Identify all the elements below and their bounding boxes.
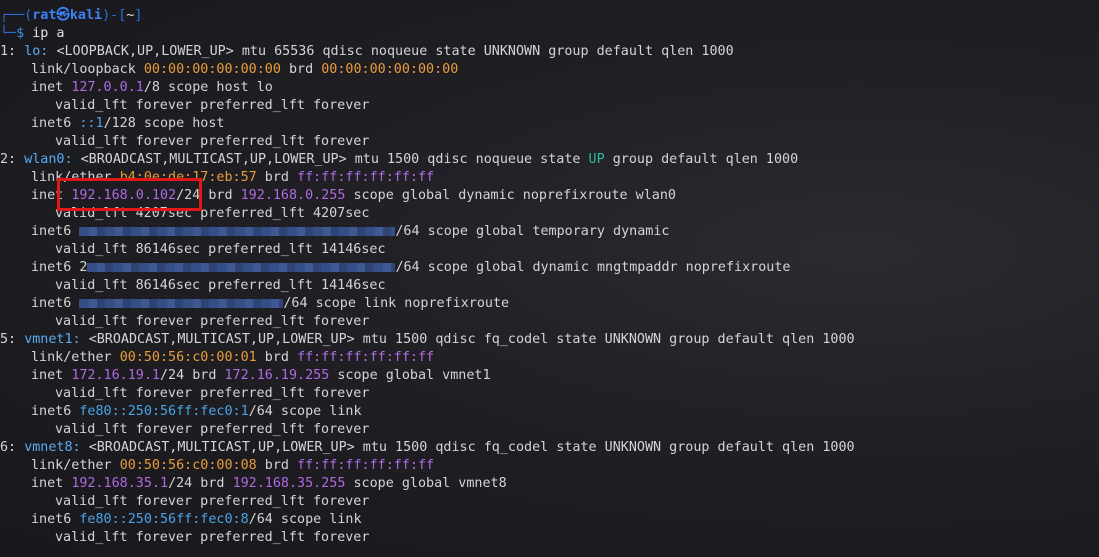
- valid-line: valid_lft forever preferred_lft forever: [55, 314, 370, 329]
- inet6-label: inet6: [31, 116, 80, 131]
- inet-rest: scope global dynamic noprefixroute wlan0: [345, 188, 676, 203]
- inet6-line: inet6 2/64 scope global dynamic mngtmpad…: [31, 259, 790, 277]
- inet6-line: inet6 /64 scope link noprefixroute: [31, 295, 509, 313]
- iface-num: 6:: [0, 440, 17, 455]
- iface-flags: <BROADCAST,MULTICAST,UP,LOWER_UP> mtu 15…: [88, 332, 855, 347]
- inet-rest: scope global vmnet8: [345, 476, 507, 491]
- iface-flags: <BROADCAST,MULTICAST,UP,LOWER_UP> mtu 15…: [80, 152, 589, 167]
- inet-line: inet 127.0.0.1/8 scope host lo: [31, 79, 273, 97]
- iface-flags: <LOOPBACK,UP,LOWER_UP> mtu 65536 qdisc n…: [56, 44, 734, 59]
- iface-header-vmnet1: 5: vmnet1: <BROADCAST,MULTICAST,UP,LOWER…: [0, 331, 855, 349]
- inet6-line: inet6 /64 scope global temporary dynamic: [31, 223, 669, 241]
- inet6-label: inet6: [31, 296, 80, 311]
- brd-label: brd: [280, 62, 322, 77]
- mac-address: 00:50:56:c0:00:08: [119, 458, 257, 473]
- ip-highlight-box: [57, 178, 202, 211]
- inet6-rest: /128 scope host: [103, 116, 225, 131]
- redacted-address: [79, 226, 396, 236]
- brd-address: ff:ff:ff:ff:ff:ff: [297, 350, 435, 365]
- link-line: link/loopback 00:00:00:00:00:00 brd 00:0…: [31, 61, 458, 79]
- redacted-address: [79, 298, 284, 308]
- inet6-line: inet6 fe80::250:56ff:fec0:8/64 scope lin…: [31, 511, 362, 529]
- brd-address: ff:ff:ff:ff:ff:ff: [297, 170, 435, 185]
- inet6-rest: /64 scope link: [248, 512, 362, 527]
- brd-label: brd: [256, 458, 298, 473]
- valid-line: valid_lft forever preferred_lft forever: [55, 422, 370, 437]
- valid-line: valid_lft forever preferred_lft forever: [55, 530, 370, 545]
- mac-address: 00:50:56:c0:00:01: [119, 350, 257, 365]
- link-label: link/loopback: [31, 62, 144, 77]
- prompt-line-1: ┌──(rat㉿kali)-[~]: [0, 7, 142, 25]
- brd-address: ff:ff:ff:ff:ff:ff: [297, 458, 435, 473]
- inet-brd-address: 172.16.19.255: [224, 368, 330, 383]
- inet-mask: /24 brd: [160, 368, 225, 383]
- inet-brd-address: 192.168.0.255: [240, 188, 346, 203]
- prompt-line-2: └─$ ip a: [0, 25, 65, 43]
- inet-address: 192.168.35.1: [71, 476, 169, 491]
- inet6-label: inet6: [31, 404, 80, 419]
- link-line: link/ether 00:50:56:c0:00:01 brd ff:ff:f…: [31, 349, 434, 367]
- iface-num: 2:: [0, 152, 17, 167]
- inet6-address: fe80::250:56ff:fec0:1: [79, 404, 249, 419]
- brd-label: brd: [256, 170, 298, 185]
- inet6-rest: /64 scope link: [248, 404, 362, 419]
- iface-name: vmnet8:: [24, 440, 81, 455]
- link-label: link/ether: [31, 350, 120, 365]
- iface-num: 5:: [0, 332, 17, 347]
- inet6-address: ::1: [79, 116, 104, 131]
- iface-name: lo:: [24, 44, 49, 59]
- iface-name: wlan0:: [24, 152, 73, 167]
- inet6-label: inet6: [31, 512, 80, 527]
- inet-label: inet: [31, 476, 72, 491]
- inet6-label: inet6 2: [31, 260, 88, 275]
- valid-line: valid_lft forever preferred_lft forever: [55, 134, 370, 149]
- prompt-user: rat㉿kali: [32, 8, 103, 23]
- inet6-line: inet6 ::1/128 scope host: [31, 115, 225, 133]
- valid-line: valid_lft 86146sec preferred_lft 14146se…: [55, 242, 386, 257]
- inet-address: 127.0.0.1: [71, 80, 144, 95]
- inet-label: inet: [31, 368, 72, 383]
- inet6-rest: /64 scope link noprefixroute: [283, 296, 510, 311]
- iface-name: vmnet1:: [24, 332, 81, 347]
- state-up: UP: [588, 152, 605, 167]
- mac-address: 00:00:00:00:00:00: [143, 62, 281, 77]
- prompt-symbol: $: [16, 26, 25, 41]
- inet6-address: fe80::250:56ff:fec0:8: [79, 512, 249, 527]
- inet-line: inet 192.168.35.1/24 brd 192.168.35.255 …: [31, 475, 507, 493]
- brd-label: brd: [200, 188, 241, 203]
- redacted-address: [87, 262, 396, 272]
- prompt-frame-end: ]: [134, 8, 143, 23]
- inet-address: 172.16.19.1: [71, 368, 160, 383]
- inet-brd-address: 192.168.35.255: [232, 476, 346, 491]
- prompt-frame-mid: )-[: [102, 8, 127, 23]
- iface-flags: <BROADCAST,MULTICAST,UP,LOWER_UP> mtu 15…: [88, 440, 855, 455]
- link-label: link/ether: [31, 458, 120, 473]
- brd-label: brd: [256, 350, 298, 365]
- inet-rest: scope global vmnet1: [329, 368, 491, 383]
- valid-line: valid_lft forever preferred_lft forever: [55, 386, 370, 401]
- iface-num: 1:: [0, 44, 17, 59]
- prompt-frame-bottom: └─: [0, 26, 17, 41]
- inet6-rest: /64 scope global temporary dynamic: [395, 224, 670, 239]
- valid-line: valid_lft forever preferred_lft forever: [55, 494, 370, 509]
- iface-flags-rest: group default qlen 1000: [604, 152, 799, 167]
- inet-line: inet 172.16.19.1/24 brd 172.16.19.255 sc…: [31, 367, 491, 385]
- valid-line: valid_lft 86146sec preferred_lft 14146se…: [55, 278, 386, 293]
- link-line: link/ether 00:50:56:c0:00:08 brd ff:ff:f…: [31, 457, 434, 475]
- prompt-frame-top: ┌──(: [0, 8, 33, 23]
- inet-mask: /24 brd: [168, 476, 233, 491]
- inet-label: inet: [31, 80, 72, 95]
- inet-rest: /8 scope host lo: [143, 80, 273, 95]
- prompt-command: ip a: [24, 26, 65, 41]
- terminal-window[interactable]: ┌──(rat㉿kali)-[~] └─$ ip a 1: lo: <LOOPB…: [0, 0, 1099, 557]
- inet6-line: inet6 fe80::250:56ff:fec0:1/64 scope lin…: [31, 403, 362, 421]
- brd-address: 00:00:00:00:00:00: [321, 62, 459, 77]
- iface-header-vmnet8: 6: vmnet8: <BROADCAST,MULTICAST,UP,LOWER…: [0, 439, 855, 457]
- inet6-label: inet6: [31, 224, 80, 239]
- valid-line: valid_lft forever preferred_lft forever: [55, 98, 370, 113]
- iface-header-wlan0: 2: wlan0: <BROADCAST,MULTICAST,UP,LOWER_…: [0, 151, 798, 169]
- inet6-rest: /64 scope global dynamic mngtmpaddr nopr…: [395, 260, 791, 275]
- iface-header-lo: 1: lo: <LOOPBACK,UP,LOWER_UP> mtu 65536 …: [0, 43, 734, 61]
